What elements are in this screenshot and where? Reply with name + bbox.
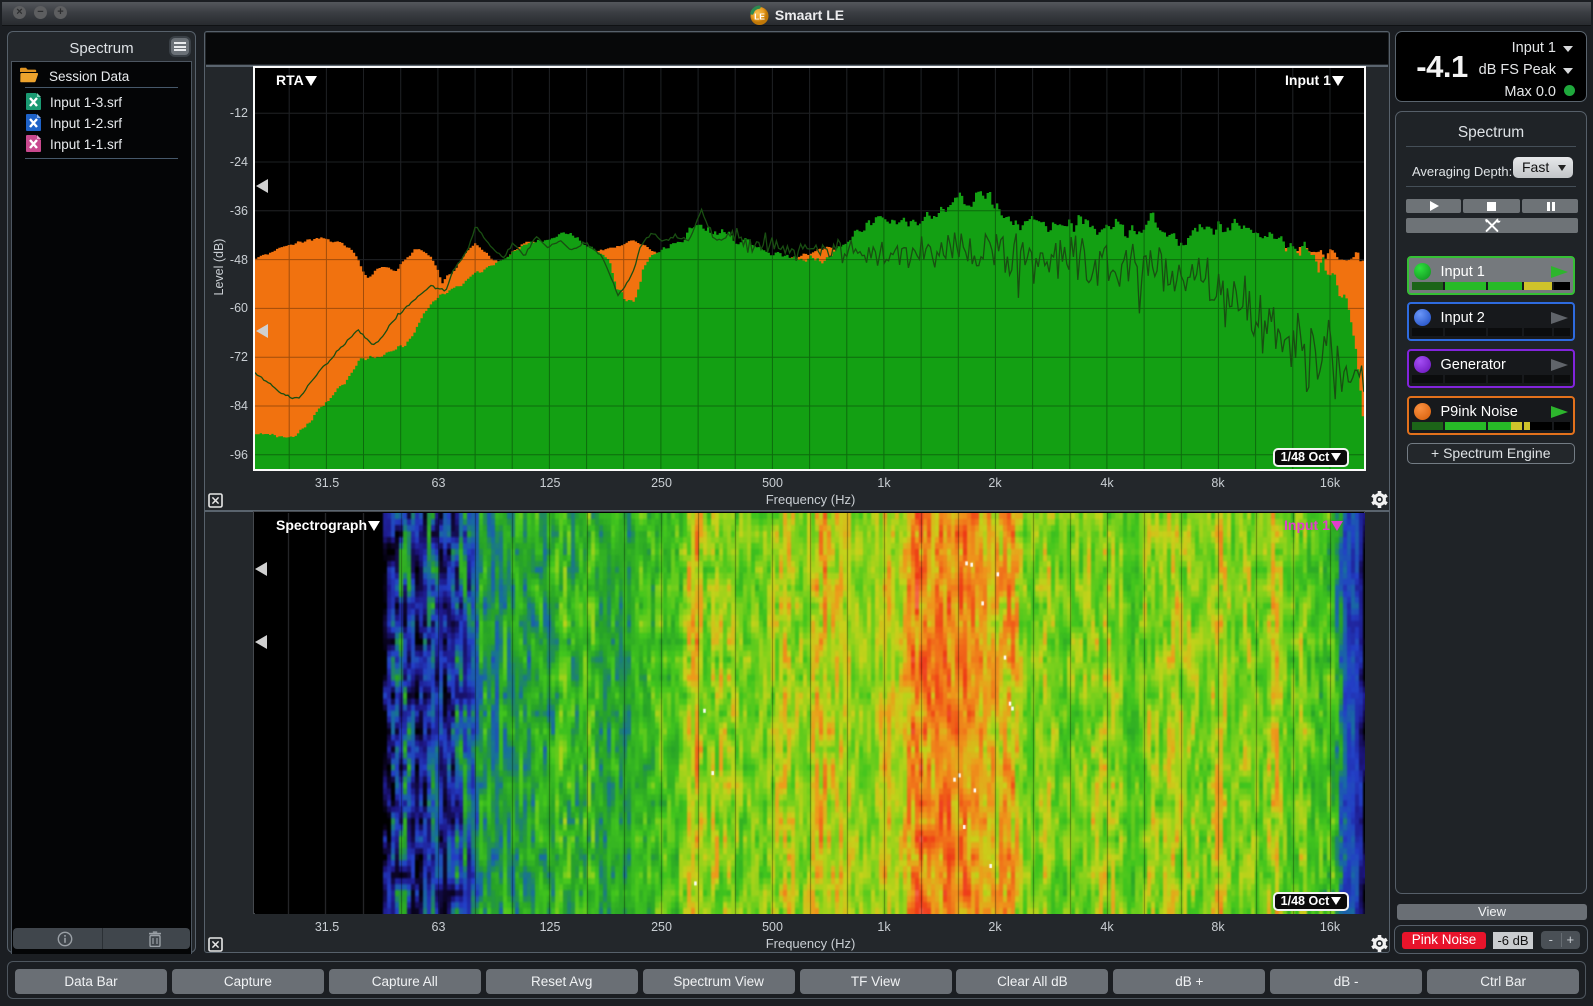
svg-text:LE: LE (754, 12, 765, 22)
